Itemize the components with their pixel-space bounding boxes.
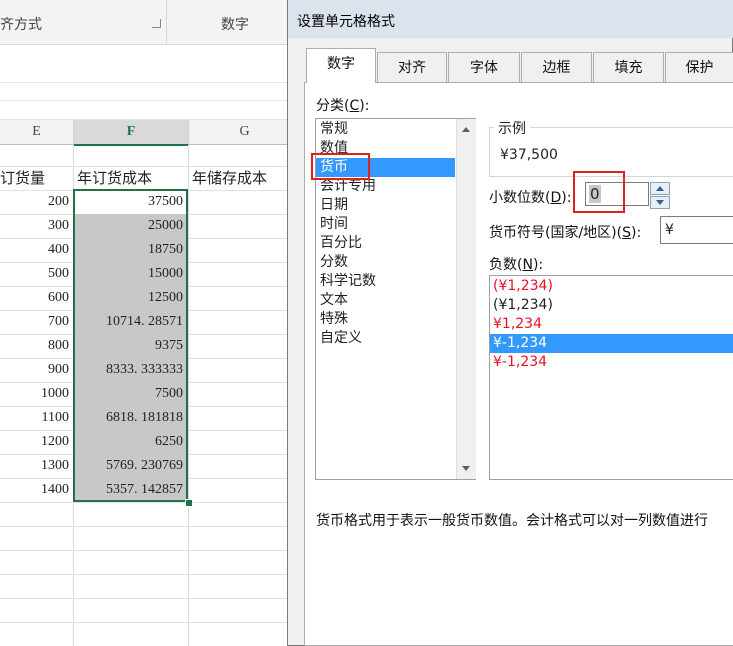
spin-down-button[interactable] bbox=[650, 196, 670, 209]
cell-e[interactable]: 1000 bbox=[0, 382, 73, 406]
grid-line bbox=[0, 622, 300, 623]
negative-format-item[interactable]: ¥1,234 bbox=[490, 315, 733, 334]
cell-e[interactable]: 700 bbox=[0, 310, 73, 334]
tab-font[interactable]: 字体 bbox=[448, 52, 520, 82]
tab-number[interactable]: 数字 bbox=[306, 48, 376, 83]
category-item[interactable]: 日期 bbox=[316, 196, 455, 215]
negative-format-item[interactable]: ¥-1,234 bbox=[490, 334, 733, 353]
category-item[interactable]: 常规 bbox=[316, 120, 455, 139]
grid-line bbox=[0, 100, 300, 101]
negative-format-item[interactable]: (¥1,234) bbox=[490, 277, 733, 296]
cell-e[interactable]: 800 bbox=[0, 334, 73, 358]
cell-e[interactable]: 400 bbox=[0, 238, 73, 262]
cell-e[interactable]: 1400 bbox=[0, 478, 73, 502]
negative-format-item[interactable]: ¥-1,234 bbox=[490, 353, 733, 372]
cell-e-header[interactable]: 订货量 bbox=[0, 166, 73, 190]
column-header-f[interactable]: F bbox=[74, 120, 189, 146]
decimal-places-spinner[interactable] bbox=[650, 182, 670, 209]
cell-e[interactable]: 1200 bbox=[0, 430, 73, 454]
grid-line bbox=[188, 145, 189, 646]
category-label: 分类(C): bbox=[316, 98, 370, 114]
cell-e[interactable]: 1300 bbox=[0, 454, 73, 478]
spin-up-button[interactable] bbox=[650, 182, 670, 195]
negative-format-item[interactable]: (¥1,234) bbox=[490, 296, 733, 315]
cell-f-header[interactable]: 年订货成本 bbox=[77, 166, 188, 190]
grid-line bbox=[0, 502, 300, 503]
fill-handle[interactable] bbox=[185, 499, 193, 507]
scroll-down-icon[interactable] bbox=[462, 466, 470, 471]
grid-line bbox=[0, 82, 300, 83]
negative-numbers-label: 负数(N): bbox=[489, 257, 544, 273]
category-item[interactable]: 文本 bbox=[316, 291, 455, 310]
category-item[interactable]: 科学记数 bbox=[316, 272, 455, 291]
scroll-up-icon[interactable] bbox=[462, 127, 470, 132]
decimal-places-label: 小数位数(D): bbox=[489, 190, 572, 206]
grid-line bbox=[0, 598, 300, 599]
cell-e[interactable]: 900 bbox=[0, 358, 73, 382]
currency-symbol-select[interactable]: ¥ bbox=[660, 216, 733, 244]
grid-line bbox=[0, 526, 300, 527]
spin-down-icon bbox=[656, 200, 664, 205]
sample-value: ¥37,500 bbox=[500, 147, 558, 163]
format-description: 货币格式用于表示一般货币数值。会计格式可以对一列数值进行 bbox=[316, 513, 708, 529]
ribbon-alignment-group-label: 齐方式 bbox=[0, 17, 42, 33]
tab-alignment[interactable]: 对齐 bbox=[377, 52, 447, 82]
category-item[interactable]: 时间 bbox=[316, 215, 455, 234]
ribbon-number-group-label: 数字 bbox=[221, 17, 249, 33]
tab-fill[interactable]: 填充 bbox=[593, 52, 664, 82]
category-item[interactable]: 特殊 bbox=[316, 310, 455, 329]
dialog-launcher-icon[interactable] bbox=[152, 19, 161, 28]
category-scrollbar[interactable] bbox=[456, 119, 476, 479]
tab-border[interactable]: 边框 bbox=[521, 52, 592, 82]
category-item[interactable]: 百分比 bbox=[316, 234, 455, 253]
grid-line bbox=[0, 574, 300, 575]
cell-e[interactable]: 300 bbox=[0, 214, 73, 238]
spin-up-icon bbox=[656, 186, 664, 191]
category-item[interactable]: 自定义 bbox=[316, 329, 455, 348]
cell-e[interactable]: 600 bbox=[0, 286, 73, 310]
ribbon-separator bbox=[166, 0, 167, 44]
selection-border bbox=[73, 189, 188, 502]
cell-e[interactable]: 1100 bbox=[0, 406, 73, 430]
sample-title: 示例 bbox=[494, 118, 530, 138]
cell-e[interactable]: 500 bbox=[0, 262, 73, 286]
grid-line bbox=[0, 550, 300, 551]
tab-protection[interactable]: 保护 bbox=[665, 52, 733, 82]
column-header-e[interactable]: E bbox=[0, 120, 74, 145]
currency-symbol-label: 货币符号(国家/地区)(S): bbox=[489, 225, 642, 241]
category-item[interactable]: 分数 bbox=[316, 253, 455, 272]
dialog-title: 设置单元格格式 bbox=[297, 14, 395, 30]
cell-g-header[interactable]: 年储存成本 bbox=[192, 166, 300, 190]
annotation-box-decimal bbox=[573, 171, 625, 213]
column-header-g[interactable]: G bbox=[189, 120, 301, 145]
annotation-box-category bbox=[311, 153, 370, 180]
cell-e[interactable]: 200 bbox=[0, 190, 73, 214]
